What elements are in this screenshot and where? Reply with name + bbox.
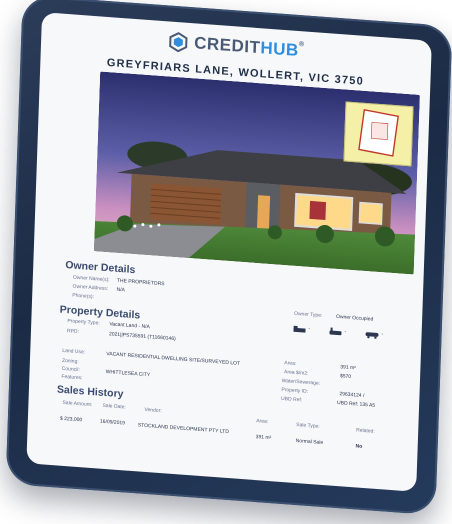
brand-credit: CREDIT bbox=[193, 33, 261, 58]
owner-names-value: THE PROPRIETORS bbox=[116, 277, 165, 288]
rpd-value: 2021||PS735591 (T11660146) bbox=[108, 331, 176, 343]
credithub-logo-icon bbox=[169, 32, 188, 53]
property-photo bbox=[93, 71, 420, 275]
site-plan-inset bbox=[343, 101, 414, 167]
area-sqm-label: Area $/m2: bbox=[283, 369, 309, 377]
vendor-cell: STOCKLAND DEVELOPMENT PTY LTD bbox=[137, 422, 229, 436]
owner-type-label: Owner Type: bbox=[293, 310, 323, 319]
tablet-device: CREDITHUB® GREYFRIARS LANE, WOLLERT, VIC… bbox=[5, 0, 452, 516]
property-id-value: 29634124 / bbox=[339, 391, 365, 400]
area-sqm-value: $570 bbox=[339, 373, 352, 381]
house-illustration bbox=[93, 71, 420, 275]
sale-date-cell: 16/09/2019 bbox=[99, 418, 126, 427]
area-value: 391 m² bbox=[340, 364, 356, 372]
related-header: Related: bbox=[356, 427, 375, 435]
water-sewerage-label: Water/Sewerage: bbox=[281, 377, 321, 387]
brand-registered: ® bbox=[298, 41, 305, 49]
area-header: Area: bbox=[256, 418, 269, 425]
vendor-header: Vendor: bbox=[144, 406, 162, 415]
land-use-value: VACANT RESIDENTIAL DWELLING SITE/SURVEYE… bbox=[106, 351, 241, 367]
owner-type-value: Owner Occupied bbox=[335, 313, 374, 323]
owner-address-value: N/A bbox=[116, 286, 126, 294]
area-label: Area: bbox=[284, 360, 297, 367]
council-value: WHITTLESEA CITY bbox=[105, 369, 151, 379]
property-id-label: Property ID: bbox=[281, 386, 309, 395]
owner-address-label: Owner Address: bbox=[72, 283, 109, 293]
sale-type-cell: Normal Sale bbox=[295, 438, 324, 447]
property-type-label: Property Type: bbox=[67, 318, 100, 327]
sale-date-header: Sale Date: bbox=[102, 402, 126, 411]
phones-label: Phone(s): bbox=[72, 292, 95, 301]
sale-type-header: Sale Type: bbox=[296, 422, 320, 430]
features-label: Features: bbox=[61, 373, 83, 382]
brand-hub: HUB bbox=[260, 38, 300, 60]
rpd-label: RPD: bbox=[66, 328, 80, 336]
related-cell: No bbox=[355, 443, 363, 450]
sale-amount-header: Sale Amount: bbox=[62, 399, 93, 409]
owner-names-label: Owner Name(s): bbox=[72, 274, 110, 284]
area-cell: 391 m² bbox=[255, 434, 272, 442]
brand-name: CREDITHUB® bbox=[194, 33, 305, 61]
zoning-label: Zoning: bbox=[61, 357, 79, 366]
property-type-value: Vacant Land - N/A bbox=[109, 321, 150, 331]
land-use-label: Land Use: bbox=[62, 347, 86, 356]
sale-amount-cell: $ 223,000 bbox=[59, 415, 83, 424]
site-plan-diagram bbox=[358, 109, 399, 157]
tablet-screen: CREDITHUB® GREYFRIARS LANE, WOLLERT, VIC… bbox=[26, 12, 432, 492]
council-label: Council: bbox=[61, 365, 80, 374]
